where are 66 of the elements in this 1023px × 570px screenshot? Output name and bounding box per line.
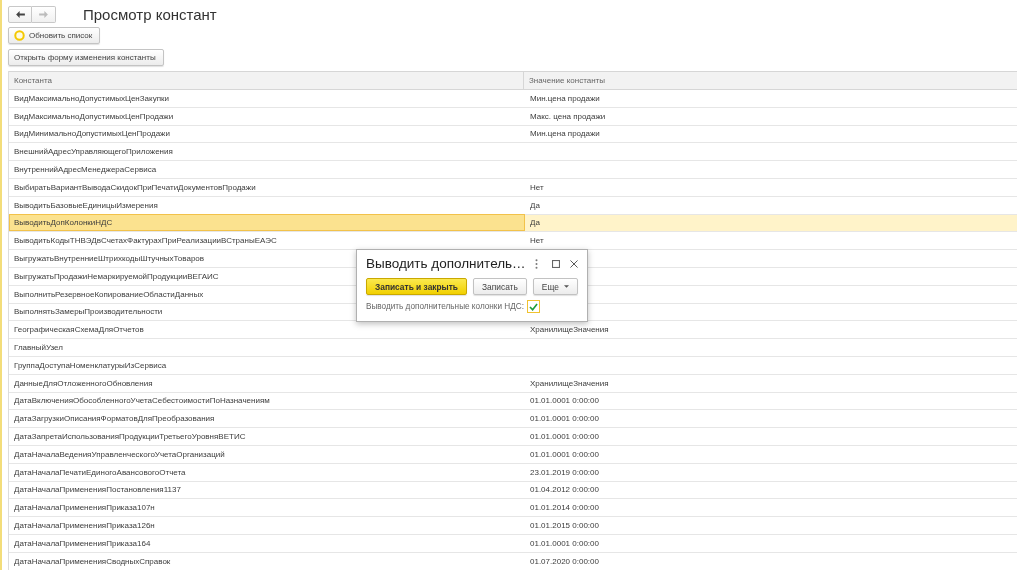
table-cell: ДатаНачалаПримененияПриказа126н <box>14 521 155 530</box>
table-cell: ХранилищеЗначения <box>530 378 609 388</box>
table-row[interactable]: ВыводитьДопКолонкиНДС Да <box>9 214 1017 233</box>
check-icon <box>528 302 538 311</box>
table-cell: 01.01.0001 0:00:00 <box>530 449 599 459</box>
table-cell: Нет <box>530 236 544 246</box>
table-cell: 23.01.2019 0:00:00 <box>530 467 599 477</box>
table-cell: Мин.цена продажи <box>530 93 600 103</box>
toolbar-button[interactable]: Обновить список <box>8 27 101 44</box>
save-and-close-button[interactable]: Записать и закрыть <box>366 278 467 295</box>
table-cell: ВнутреннийАдресМенеджераСервиса <box>14 165 157 175</box>
table-cell: 01.04.2012 0:00:00 <box>530 485 599 495</box>
table-cell: ХранилищеЗначения <box>530 325 609 335</box>
table-cell: ДатаНачалаПримененияПостановления1137 <box>14 485 181 495</box>
table-cell: ВидМинимальноДопустимыхЦенПродажи <box>14 129 170 139</box>
table-cell: ГруппаДоступаНоменклатурыИзСервиса <box>14 360 167 370</box>
table-cell: ДатаЗагрузкиОписанияФорматовДляПреобразования <box>14 414 215 424</box>
table-cell: Да <box>530 218 540 228</box>
arrow-left-icon <box>15 11 25 18</box>
save-button[interactable]: Записать <box>473 278 527 295</box>
table-cell: Нет <box>530 182 544 192</box>
checkbox-label: Выводить дополнительные колонки НДС: <box>366 302 524 311</box>
close-icon[interactable] <box>569 259 578 268</box>
arrow-right-icon <box>39 11 48 18</box>
toolbar-button[interactable]: Открыть форму изменения константы <box>8 49 164 66</box>
table-cell: ВыбиратьВариантВыводаСкидокПриПечатиДокументовПродажи <box>14 182 256 192</box>
dialog-title: Выводить дополнитель… <box>366 256 527 271</box>
table-cell: ДанныеДляОтложенногоОбновления <box>14 378 153 388</box>
more-button[interactable]: Еще <box>532 278 578 295</box>
table-cell: ДатаНачалаПримененияСводныхСправок <box>14 556 171 566</box>
table-cell: ДатаНачалаПримененияПриказа107н <box>14 503 155 513</box>
table-cell: 01.01.2015 0:00:00 <box>530 521 599 530</box>
maximize-icon[interactable] <box>551 259 560 268</box>
table-cell: Мин.цена продажи <box>530 129 600 139</box>
table-cell: ВидМаксимальноДопустимыхЦенЗакупки <box>14 93 169 103</box>
table-cell: ВыгружатьПродажиНемаркируемойПродукцииВЕГАИС <box>14 271 219 281</box>
checkbox[interactable] <box>526 300 540 313</box>
table-cell: ДатаЗапретаИспользованияПродукцииТретьегоУровняВЕТИС <box>14 432 246 442</box>
column-header[interactable]: Значение константы <box>524 71 1017 90</box>
back-button[interactable] <box>8 6 32 23</box>
table-cell: 01.01.2014 0:00:00 <box>530 503 599 513</box>
ring-icon <box>14 30 25 41</box>
table-cell: ГеографическаяСхемаДляОтчетов <box>14 325 144 335</box>
vertical-dots-icon[interactable] <box>534 258 538 269</box>
table-cell: ВыводитьКодыТНВЭДвСчетахФактурахПриРеализацииВСтраныЕАЭС <box>14 236 277 246</box>
table-cell: ДатаНачалаПечатиЕдиногоАвансовогоОтчета <box>14 467 186 477</box>
table-cell: Макс. цена продажи <box>530 111 606 121</box>
table-cell: ВыгружатьВнутренниеШтрихкодыШтучныхТоваров <box>14 254 205 264</box>
table-cell: ДатаВключенияОбособленногоУчетаСебестоимостиПоНазначениям <box>14 396 270 406</box>
column-header[interactable]: Константа <box>9 71 524 90</box>
table-cell: 01.01.0001 0:00:00 <box>530 538 599 548</box>
table-cell: Да <box>530 200 540 210</box>
table-cell: ВыполнитьРезервноеКопированиеОбластиДанных <box>14 289 204 299</box>
table-cell: ВыводитьБазовыеЕдиницыИзмерения <box>14 200 158 210</box>
table-cell: ДатаНачалаВеденияУправленческогоУчетаОрганизаций <box>14 449 225 459</box>
table-cell: ВнешнийАдресУправляющегоПриложения <box>14 147 173 157</box>
table-cell: ВыводитьДопКолонкиНДС <box>14 217 113 227</box>
table-cell: ДатаНачалаПримененияПриказа164 <box>14 538 151 548</box>
table-cell: 01.07.2020 0:00:00 <box>530 556 599 566</box>
page-title: Просмотр констант <box>83 6 217 23</box>
table-cell: 01.01.0001 0:00:00 <box>530 432 599 442</box>
table-cell: 01.01.0001 0:00:00 <box>530 396 599 406</box>
table-cell: 01.01.0001 0:00:00 <box>530 414 599 424</box>
table-cell: ВидМаксимальноДопустимыхЦенПродажи <box>14 111 174 121</box>
table-cell: ГлавныйУзел <box>14 343 63 353</box>
table-cell: ВыполнятьЗамерыПроизводительности <box>14 307 163 317</box>
